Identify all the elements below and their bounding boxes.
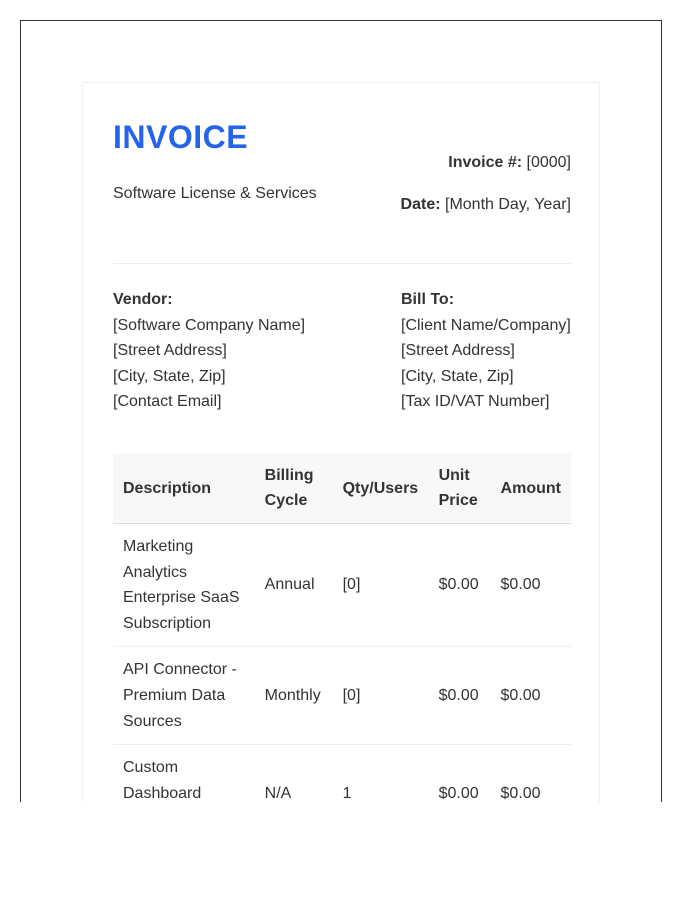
- cell-qty: [0]: [332, 646, 429, 746]
- invoice-title: INVOICE: [113, 119, 249, 155]
- invoice-subtitle: Software License & Services: [113, 185, 317, 202]
- table-row: Marketing Analytics Enterprise SaaS Subs…: [113, 523, 571, 648]
- cell-qty: 1: [332, 744, 429, 802]
- cell-description: Custom Dashboard Implementation: [113, 744, 255, 802]
- invoice-number-value: [0000]: [526, 154, 571, 171]
- invoice-number: Invoice #: [0000]: [448, 153, 571, 172]
- cell-description: Marketing Analytics Enterprise SaaS Subs…: [113, 523, 255, 648]
- bill-to-block: Bill To: [Client Name/Company] [Street A…: [401, 287, 571, 415]
- table-row: API Connector - Premium Data Sources Mon…: [113, 646, 571, 746]
- cell-unit-price: $0.00: [428, 646, 491, 746]
- cell-amount: $0.00: [490, 646, 571, 746]
- header-divider: [113, 263, 571, 264]
- invoice-number-label: Invoice #:: [448, 154, 523, 171]
- cell-amount: $0.00: [490, 523, 571, 648]
- bill-to-street: [Street Address]: [401, 342, 515, 360]
- cell-description: API Connector - Premium Data Sources: [113, 646, 255, 746]
- vendor-city: [City, State, Zip]: [113, 367, 226, 385]
- invoice-card: INVOICE Software License & Services Invo…: [82, 82, 600, 802]
- cell-billing-cycle: N/A: [254, 744, 333, 802]
- table-header-row: Description Billing Cycle Qty/Users Unit…: [113, 453, 571, 524]
- cell-billing-cycle: Monthly: [254, 646, 333, 746]
- cell-amount: $0.00: [490, 744, 571, 802]
- cell-unit-price: $0.00: [428, 744, 491, 802]
- invoice-date: Date: [Month Day, Year]: [401, 195, 571, 214]
- cell-qty: [0]: [332, 523, 429, 648]
- line-items-table: Description Billing Cycle Qty/Users Unit…: [113, 453, 571, 802]
- vendor-email: [Contact Email]: [113, 393, 222, 411]
- bill-to-tax-id: [Tax ID/VAT Number]: [401, 393, 550, 411]
- cell-unit-price: $0.00: [428, 523, 491, 648]
- invoice-date-label: Date:: [400, 196, 441, 213]
- header-unit-price: Unit Price: [428, 453, 491, 524]
- page-frame: INVOICE Software License & Services Invo…: [20, 20, 662, 802]
- vendor-heading: Vendor:: [113, 291, 173, 308]
- header-description: Description: [113, 453, 255, 524]
- vendor-street: [Street Address]: [113, 342, 227, 360]
- bill-to-city: [City, State, Zip]: [401, 367, 514, 385]
- bill-to-heading: Bill To:: [401, 291, 455, 308]
- vendor-block: Vendor: [Software Company Name] [Street …: [113, 287, 305, 415]
- vendor-company: [Software Company Name]: [113, 316, 306, 334]
- header-amount: Amount: [490, 453, 571, 524]
- table-row: Custom Dashboard Implementation N/A 1 $0…: [113, 744, 571, 802]
- bill-to-client: [Client Name/Company]: [401, 316, 571, 334]
- header-qty-users: Qty/Users: [332, 453, 429, 524]
- header-billing-cycle: Billing Cycle: [254, 453, 333, 524]
- cell-billing-cycle: Annual: [254, 523, 333, 648]
- invoice-date-value: [Month Day, Year]: [445, 196, 571, 213]
